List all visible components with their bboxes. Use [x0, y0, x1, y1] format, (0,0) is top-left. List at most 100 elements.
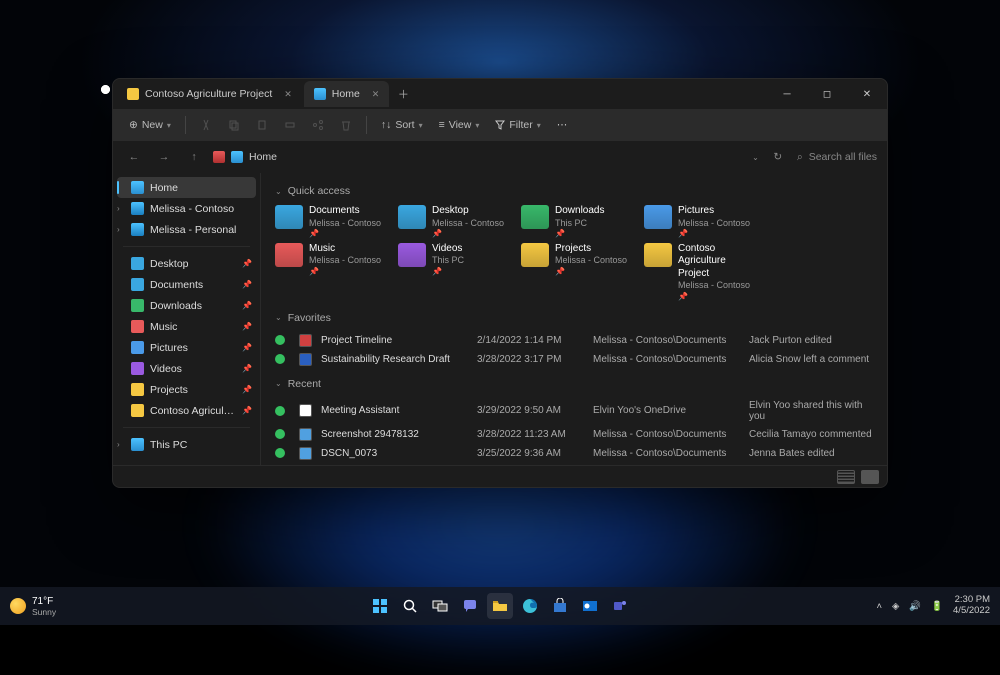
- new-tab-button[interactable]: ＋: [391, 86, 415, 102]
- section-title: Recent: [288, 378, 321, 390]
- details-view-button[interactable]: [837, 470, 855, 484]
- quick-access-item[interactable]: ProjectsMelissa - Contoso📌: [521, 243, 636, 302]
- start-button[interactable]: [367, 593, 393, 619]
- sidebar-item-pictures[interactable]: Pictures📌: [113, 337, 260, 358]
- cut-button[interactable]: [194, 115, 218, 135]
- weather-widget[interactable]: 71°F Sunny: [10, 596, 56, 617]
- teams-button[interactable]: [607, 593, 633, 619]
- system-tray[interactable]: ˄ ◈ 🔊 🔋 2:30 PM 4/5/2022: [876, 595, 990, 617]
- window-controls: ─ ◻ ✕: [767, 79, 887, 109]
- file-list: Project Timeline2/14/2022 1:14 PMMelissa…: [275, 332, 873, 368]
- forward-button[interactable]: →: [153, 151, 175, 163]
- sidebar-item-melissa-contoso[interactable]: › Melissa - Contoso: [113, 198, 260, 219]
- file-row[interactable]: Sustainability Research Draft3/28/2022 3…: [275, 351, 873, 368]
- search-button[interactable]: [397, 593, 423, 619]
- large-icons-button[interactable]: [861, 470, 879, 484]
- more-button[interactable]: ⋯: [551, 115, 574, 135]
- sidebar-item-documents[interactable]: Documents📌: [113, 274, 260, 295]
- quick-access-item[interactable]: MusicMelissa - Contoso📌: [275, 243, 390, 302]
- pin-icon: 📌: [555, 229, 604, 239]
- search-box[interactable]: ⌕ Search all files: [797, 151, 877, 164]
- section-header[interactable]: ⌄Favorites: [275, 312, 873, 324]
- chevron-down-icon[interactable]: ⌄: [752, 153, 759, 162]
- sidebar-item-downloads[interactable]: Downloads📌: [113, 295, 260, 316]
- close-icon[interactable]: ✕: [284, 89, 292, 100]
- home-icon: [231, 151, 243, 163]
- file-row[interactable]: DSCN_00733/25/2022 9:36 AMMelissa - Cont…: [275, 445, 873, 462]
- sidebar-item-music[interactable]: Music📌: [113, 316, 260, 337]
- battery-icon[interactable]: 🔋: [931, 601, 943, 612]
- quick-access-item[interactable]: DesktopMelissa - Contoso📌: [398, 205, 513, 239]
- sidebar-label: Melissa - Contoso: [150, 203, 234, 215]
- copy-button[interactable]: [222, 115, 246, 135]
- sidebar-item-melissa-personal[interactable]: ›Melissa - Personal: [113, 219, 260, 240]
- store-button[interactable]: [547, 593, 573, 619]
- sidebar-item-videos[interactable]: Videos📌: [113, 358, 260, 379]
- item-location: Melissa - Contoso: [309, 255, 381, 266]
- edge-button[interactable]: [517, 593, 543, 619]
- chevron-up-icon[interactable]: ˄: [876, 601, 882, 612]
- sidebar-item-projects[interactable]: Projects📌: [113, 379, 260, 400]
- file-date: 3/28/2022 11:23 AM: [477, 429, 587, 440]
- item-location: Melissa - Contoso: [432, 218, 504, 229]
- task-view-button[interactable]: [427, 593, 453, 619]
- wifi-icon[interactable]: ◈: [892, 601, 899, 612]
- file-explorer-button[interactable]: [487, 593, 513, 619]
- quick-access-item[interactable]: PicturesMelissa - Contoso📌: [644, 205, 759, 239]
- item-location: Melissa - Contoso: [555, 255, 627, 266]
- rename-button[interactable]: [278, 115, 302, 135]
- quick-access-item[interactable]: DownloadsThis PC📌: [521, 205, 636, 239]
- file-explorer-window: Contoso Agriculture Project ✕ Home ✕ ＋ ─…: [112, 78, 888, 488]
- refresh-button[interactable]: ↻: [767, 151, 789, 163]
- paste-button[interactable]: [250, 115, 274, 135]
- sidebar-item-desktop[interactable]: Desktop📌: [113, 253, 260, 274]
- item-name: Music: [309, 243, 381, 256]
- file-row[interactable]: Meeting Assistant3/29/2022 9:50 AMElvin …: [275, 398, 873, 424]
- search-icon: ⌕: [797, 151, 803, 164]
- new-label: New: [142, 119, 163, 131]
- quick-access-item[interactable]: DocumentsMelissa - Contoso📌: [275, 205, 390, 239]
- file-row[interactable]: Project Timeline2/14/2022 1:14 PMMelissa…: [275, 332, 873, 349]
- chevron-right-icon[interactable]: ›: [117, 440, 120, 449]
- file-activity: Jenna Bates edited: [749, 448, 873, 459]
- filter-button[interactable]: Filter ▾: [489, 115, 546, 135]
- section-header[interactable]: ⌄Recent: [275, 378, 873, 390]
- content-pane: ⌄Quick access DocumentsMelissa - Contoso📌…: [261, 173, 887, 465]
- file-icon: [299, 353, 312, 366]
- home-icon: [131, 181, 144, 194]
- back-button[interactable]: ←: [123, 151, 145, 163]
- quick-access-item[interactable]: Contoso Agriculture ProjectMelissa - Con…: [644, 243, 759, 302]
- minimize-button[interactable]: ─: [767, 79, 807, 109]
- folder-icon: [644, 243, 672, 267]
- folder-icon: [275, 205, 303, 229]
- close-button[interactable]: ✕: [847, 79, 887, 109]
- outlook-button[interactable]: [577, 593, 603, 619]
- weather-desc: Sunny: [32, 607, 56, 617]
- quick-access-item[interactable]: VideosThis PC📌: [398, 243, 513, 302]
- sidebar-item-contoso-agriculture-project[interactable]: Contoso Agriculture Project📌: [113, 400, 260, 421]
- volume-icon[interactable]: 🔊: [909, 601, 921, 612]
- maximize-button[interactable]: ◻: [807, 79, 847, 109]
- up-button[interactable]: ↑: [183, 151, 205, 163]
- chevron-right-icon[interactable]: ›: [117, 225, 120, 234]
- chat-button[interactable]: [457, 593, 483, 619]
- tab-label: Contoso Agriculture Project: [145, 88, 272, 100]
- sort-button[interactable]: ↑↓ Sort ▾: [375, 115, 429, 135]
- new-button[interactable]: ⊕ New ▾: [123, 115, 177, 135]
- file-row[interactable]: Screenshot 294781323/28/2022 11:23 AMMel…: [275, 426, 873, 443]
- view-button[interactable]: ≡ View ▾: [433, 115, 486, 135]
- home-icon: [213, 151, 225, 163]
- clock[interactable]: 2:30 PM 4/5/2022: [953, 595, 990, 617]
- sidebar-item-this-pc[interactable]: ›This PC: [113, 434, 260, 455]
- tab-label: Home: [332, 88, 360, 100]
- tab-home[interactable]: Home ✕: [304, 81, 390, 107]
- chevron-right-icon[interactable]: ›: [117, 204, 120, 213]
- share-button[interactable]: [306, 115, 330, 135]
- close-icon[interactable]: ✕: [372, 89, 380, 100]
- sidebar-item-home[interactable]: Home: [117, 177, 256, 198]
- breadcrumb[interactable]: Home: [213, 151, 744, 163]
- tab-contoso[interactable]: Contoso Agriculture Project ✕: [117, 81, 302, 107]
- status-icon: [275, 335, 285, 345]
- delete-button[interactable]: [334, 115, 358, 135]
- section-header[interactable]: ⌄Quick access: [275, 185, 873, 197]
